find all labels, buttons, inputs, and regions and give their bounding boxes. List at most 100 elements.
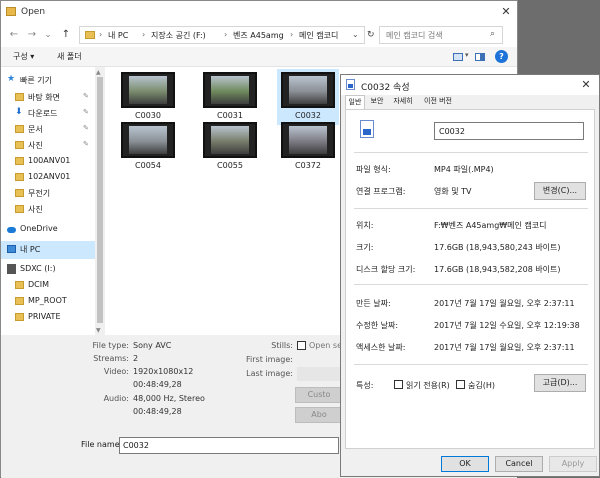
- tab-security[interactable]: 보안: [367, 95, 387, 109]
- close-button[interactable]: ✕: [497, 4, 515, 20]
- breadcrumb-separator: ›: [224, 30, 228, 39]
- hidden-label: 숨김(H): [468, 381, 495, 390]
- folder-icon: [15, 173, 24, 181]
- search-input[interactable]: 메인 캠코디 검색 ⌕: [379, 26, 503, 44]
- forward-button[interactable]: →: [25, 27, 39, 43]
- back-button[interactable]: ←: [7, 27, 21, 43]
- general-tab-panel: C0032 변경(C)... 특성: 읽기 전용(R) 숨김(H) 고급(D).…: [345, 109, 595, 449]
- property-label: 위치:: [356, 221, 374, 230]
- sidebar-scrollbar-thumb[interactable]: [97, 77, 103, 323]
- ok-button[interactable]: OK: [441, 456, 489, 472]
- property-label: 수정한 날짜:: [356, 321, 399, 330]
- property-value: 2017년 7월 12일 수요일, 오후 12:19:38: [434, 321, 580, 330]
- folder-icon: [15, 125, 24, 133]
- property-label: 크기:: [356, 243, 374, 252]
- sidebar-item[interactable]: OneDrive: [1, 221, 95, 239]
- breadcrumb-current[interactable]: 메인 캠코디: [299, 30, 338, 41]
- video-thumbnail: [281, 122, 335, 158]
- scroll-up-icon[interactable]: ▲: [96, 69, 101, 76]
- file-item-label: C0372: [295, 161, 321, 170]
- tab-previous-versions[interactable]: 이전 버전: [419, 95, 457, 109]
- file-item[interactable]: C0030: [117, 69, 179, 125]
- file-item[interactable]: C0054: [117, 119, 179, 175]
- address-bar[interactable]: › 내 PC › 지장소 공긴 (F:) › 벤즈 A45amg › 메인 캠코…: [79, 26, 365, 44]
- sidebar-item-label: 바탕 화면: [28, 93, 60, 102]
- file-item-label: C0054: [135, 161, 161, 170]
- sd-card-icon: [7, 264, 16, 274]
- breadcrumb-folder[interactable]: 벤즈 A45amg: [233, 30, 284, 41]
- property-value: F:₩벤즈 A45amg₩메인 캠코디: [434, 221, 547, 230]
- sidebar-item[interactable]: PRIVATE: [1, 309, 95, 327]
- file-name-field[interactable]: C0032: [434, 122, 584, 140]
- audio-format-value: 48,000 Hz, Stereo: [133, 394, 205, 403]
- file-name-input[interactable]: C0032: [119, 437, 339, 454]
- view-options-icon[interactable]: [453, 53, 463, 61]
- separator: [354, 364, 588, 365]
- breadcrumb-separator: ›: [142, 30, 146, 39]
- folder-icon: [15, 313, 24, 321]
- file-name-value: C0032: [123, 441, 149, 450]
- folder-icon: [15, 189, 24, 197]
- file-item[interactable]: C0372: [277, 119, 339, 175]
- close-button[interactable]: ✕: [577, 78, 595, 92]
- video-resolution-value: 1920x1080x12: [133, 367, 194, 376]
- toolbar: 구성 ▾ 새 폴더 ▾ ?: [1, 47, 517, 67]
- property-value: 영화 및 TV: [434, 187, 472, 196]
- folder-icon: [15, 141, 24, 149]
- file-item[interactable]: C0055: [199, 119, 261, 175]
- recent-dropdown-button[interactable]: ⌄: [41, 27, 55, 43]
- address-dropdown-icon[interactable]: ⌄: [352, 30, 359, 39]
- folder-icon: [15, 205, 24, 213]
- open-sequence-checkbox[interactable]: [297, 341, 306, 350]
- up-button[interactable]: ↑: [59, 27, 73, 43]
- breadcrumb-separator: ›: [99, 30, 103, 39]
- file-item[interactable]: C0031: [199, 69, 261, 125]
- attributes-label: 특성:: [356, 381, 374, 390]
- pin-icon: ✎: [83, 140, 89, 148]
- new-folder-button[interactable]: 새 폴더: [57, 51, 82, 62]
- property-value: 17.6GB (18,943,580,243 바이트): [434, 243, 561, 252]
- about-button[interactable]: Abo: [295, 407, 343, 423]
- window-title: Open: [21, 7, 46, 17]
- cancel-button[interactable]: Cancel: [495, 456, 543, 472]
- file-item[interactable]: C0032: [277, 69, 339, 125]
- breadcrumb-drive[interactable]: 지장소 공긴 (F:): [151, 30, 206, 41]
- separator: [354, 152, 588, 153]
- folder-icon: [6, 7, 16, 16]
- sidebar-item-label: PRIVATE: [28, 312, 61, 321]
- sidebar-item-label: OneDrive: [20, 224, 58, 233]
- tab-details[interactable]: 자세히: [389, 95, 417, 109]
- sidebar-item-label: 사진: [28, 141, 43, 150]
- sidebar-item-label: 무전기: [28, 189, 51, 198]
- hidden-checkbox[interactable]: [456, 380, 465, 389]
- preview-pane-icon[interactable]: [475, 53, 485, 61]
- navigation-bar: ← → ⌄ ↑ › 내 PC › 지장소 공긴 (F:) › 벤즈 A45amg…: [1, 23, 517, 47]
- video-thumbnail: [121, 72, 175, 108]
- organize-button[interactable]: 구성 ▾: [13, 51, 34, 62]
- first-image-label: First image:: [246, 355, 293, 364]
- download-icon: ⬇: [15, 107, 23, 117]
- apply-button[interactable]: Apply: [549, 456, 597, 472]
- tab-general[interactable]: 일반: [345, 95, 365, 109]
- refresh-icon[interactable]: ↻: [367, 30, 375, 40]
- sidebar-item-label: 사진: [28, 205, 43, 214]
- folder-icon: [15, 281, 24, 289]
- scroll-down-icon[interactable]: ▼: [96, 327, 101, 334]
- sidebar-item[interactable]: 사진: [1, 201, 95, 219]
- video-thumbnail: [203, 122, 257, 158]
- sidebar-item-label: 100ANV01: [28, 156, 71, 165]
- video-duration-value: 00:48:49,28: [133, 380, 182, 389]
- custom-button[interactable]: Custo: [295, 387, 343, 403]
- separator: [354, 208, 588, 209]
- folder-icon: [15, 157, 24, 165]
- breadcrumb-this-pc[interactable]: 내 PC: [108, 30, 128, 41]
- readonly-checkbox[interactable]: [394, 380, 403, 389]
- sidebar-item[interactable]: 내 PC: [1, 241, 95, 259]
- change-program-button[interactable]: 변경(C)...: [534, 182, 586, 200]
- sidebar-item[interactable]: ★ 빠른 기기: [1, 72, 95, 90]
- cloud-icon: [7, 227, 16, 233]
- help-icon[interactable]: ?: [495, 50, 508, 63]
- advanced-button[interactable]: 고급(D)...: [534, 374, 586, 392]
- sidebar-item-label: SDXC (I:): [20, 264, 56, 273]
- sidebar-item-label: DCIM: [28, 280, 50, 289]
